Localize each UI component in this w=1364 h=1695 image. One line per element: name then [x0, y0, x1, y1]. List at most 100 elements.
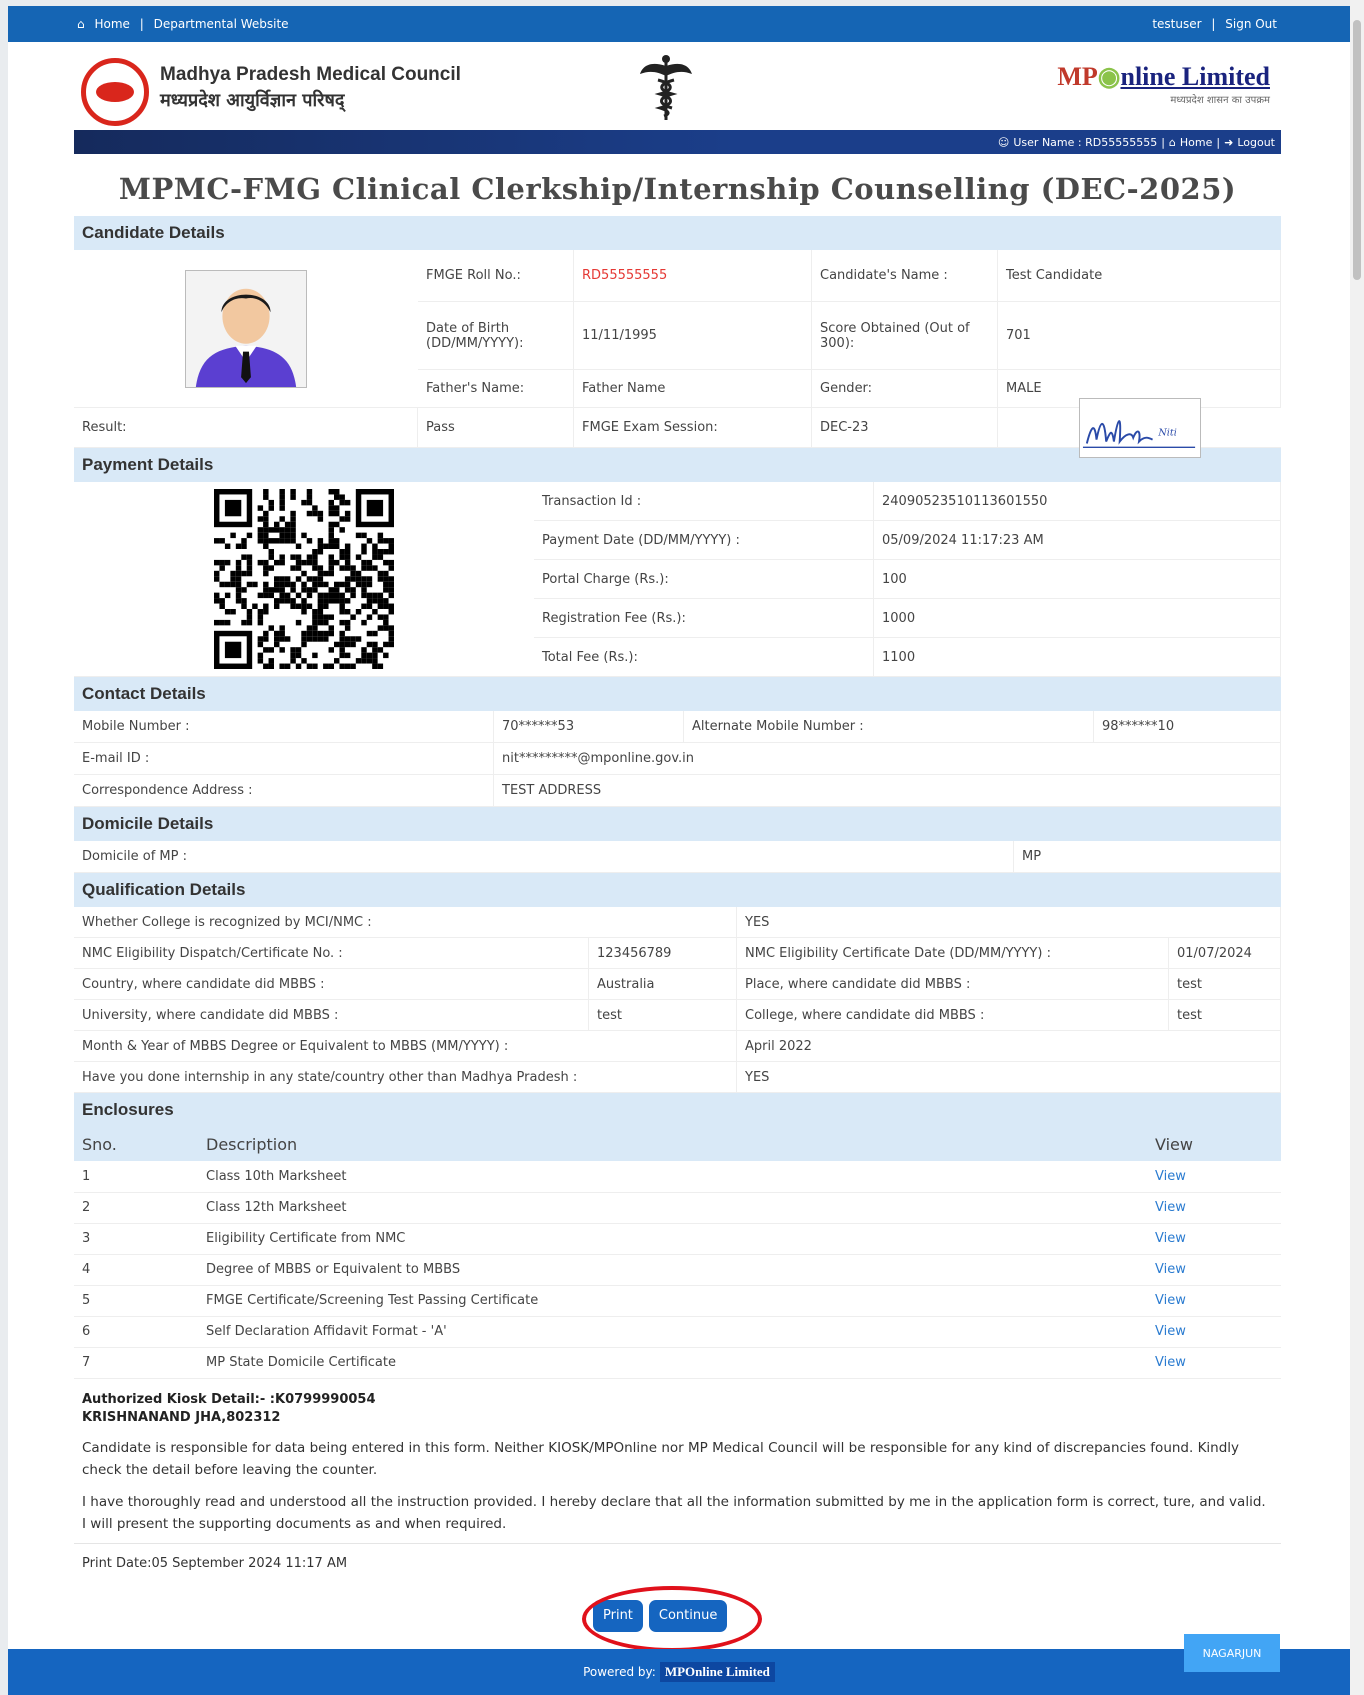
domicile-details-heading: Domicile Details: [74, 807, 1281, 841]
highlight-ellipse: [582, 1586, 762, 1652]
recognized-value: YES: [737, 907, 1281, 938]
logout-icon: ➜: [1224, 135, 1234, 149]
sno-cell: 3: [74, 1223, 198, 1255]
internship-label: Have you done internship in any state/co…: [74, 1062, 737, 1093]
sno-cell: 2: [74, 1192, 198, 1224]
transaction-label: Transaction Id :: [534, 482, 874, 521]
description-cell: FMGE Certificate/Screening Test Passing …: [198, 1285, 1147, 1317]
view-link[interactable]: View: [1147, 1161, 1281, 1193]
place-value: test: [1169, 969, 1281, 1000]
address-label: Correspondence Address :: [74, 775, 494, 807]
cert-no-value: 123456789: [589, 938, 737, 969]
total-fee-value: 1100: [874, 638, 1281, 677]
degree-month-value: April 2022: [737, 1031, 1281, 1062]
mobile-value: 70******53: [494, 711, 684, 743]
signature-cell: Niti: [998, 397, 1281, 458]
table-row: 4 Degree of MBBS or Equivalent to MBBS Vie…: [74, 1254, 1281, 1286]
name-value: Test Candidate: [998, 250, 1281, 302]
payment-date-value: 05/09/2024 11:17:23 AM: [874, 521, 1281, 560]
view-link[interactable]: View: [1147, 1192, 1281, 1224]
sno-cell: 1: [74, 1161, 198, 1193]
father-label: Father's Name:: [418, 370, 574, 408]
cert-no-label: NMC Eligibility Dispatch/Certificate No.…: [74, 938, 589, 969]
registration-fee-value: 1000: [874, 599, 1281, 638]
kiosk-detail: Authorized Kiosk Detail:- :K0799990054 K…: [74, 1379, 1281, 1427]
enclosures-heading: Enclosures: [74, 1093, 1281, 1127]
university-value: test: [589, 1000, 737, 1031]
mponline-logo: MP◉nline Limited मध्यप्रदेश शासन का उपक्…: [1057, 62, 1270, 106]
total-fee-label: Total Fee (Rs.):: [534, 638, 874, 677]
result-label: Result:: [74, 408, 418, 448]
council-name-hindi: मध्यप्रदेश आयुर्विज्ञान परिषद्: [160, 90, 345, 111]
address-value: TEST ADDRESS: [494, 775, 1281, 807]
view-link[interactable]: View: [1147, 1347, 1281, 1379]
kiosk-id: Authorized Kiosk Detail:- :K0799990054: [82, 1391, 376, 1407]
top-nav-left: ⌂ Home | Departmental Website: [74, 17, 292, 31]
place-label: Place, where candidate did MBBS :: [737, 969, 1169, 1000]
view-link[interactable]: View: [1147, 1254, 1281, 1286]
dob-label: Date of Birth (DD/MM/YYYY):: [418, 302, 574, 370]
email-label: E-mail ID :: [74, 743, 494, 775]
portal-charge-label: Portal Charge (Rs.):: [534, 560, 874, 599]
top-nav-right: testuser | Sign Out: [1149, 17, 1280, 31]
footer: Powered by: MPOnline Limited: [8, 1649, 1350, 1695]
registration-fee-label: Registration Fee (Rs.):: [534, 599, 874, 638]
scrollbar-thumb[interactable]: [1353, 20, 1361, 280]
home-icon: ⌂: [77, 17, 85, 31]
qr-cell: [74, 482, 534, 677]
user-bar-home-link[interactable]: Home: [1180, 136, 1212, 149]
cert-date-value: 01/07/2024: [1169, 938, 1281, 969]
description-cell: Self Declaration Affidavit Format - 'A': [198, 1316, 1147, 1348]
university-label: University, where candidate did MBBS :: [74, 1000, 589, 1031]
sno-header: Sno.: [74, 1127, 198, 1161]
view-header: View: [1147, 1127, 1281, 1161]
degree-month-label: Month & Year of MBBS Degree or Equivalen…: [74, 1031, 737, 1062]
description-cell: Class 10th Marksheet: [198, 1161, 1147, 1193]
qr-code: [214, 489, 394, 669]
description-cell: MP State Domicile Certificate: [198, 1347, 1147, 1379]
nagarjun-badge[interactable]: NAGARJUN: [1184, 1634, 1280, 1672]
roll-value: RD55555555: [574, 250, 812, 302]
home-icon: ⌂: [1168, 135, 1176, 149]
top-nav-bar: ⌂ Home | Departmental Website testuser |…: [8, 6, 1350, 42]
user-icon: ☺: [997, 135, 1010, 149]
table-row: 1 Class 10th Marksheet View: [74, 1161, 1281, 1193]
payment-details: Transaction Id : 24090523510113601550 Pa…: [74, 482, 1281, 677]
contact-details-heading: Contact Details: [74, 677, 1281, 711]
dob-value: 11/11/1995: [574, 302, 812, 370]
vertical-scrollbar[interactable]: [1350, 0, 1364, 1695]
country-value: Australia: [589, 969, 737, 1000]
description-cell: Degree of MBBS or Equivalent to MBBS: [198, 1254, 1147, 1286]
sign-out-link[interactable]: Sign Out: [1225, 17, 1277, 31]
college-value: test: [1169, 1000, 1281, 1031]
table-row: 6 Self Declaration Affidavit Format - 'A'…: [74, 1316, 1281, 1348]
view-link[interactable]: View: [1147, 1316, 1281, 1348]
disclaimer-text: Candidate is responsible for data being …: [82, 1439, 1240, 1478]
name-label: Candidate's Name :: [812, 250, 998, 302]
username-link[interactable]: testuser: [1152, 17, 1201, 31]
sno-cell: 5: [74, 1285, 198, 1317]
sno-cell: 4: [74, 1254, 198, 1286]
logout-link[interactable]: Logout: [1237, 136, 1275, 149]
user-name-label: User Name : RD55555555: [1013, 135, 1158, 149]
candidate-details-heading: Candidate Details: [74, 216, 1281, 250]
signature-text: Niti: [1157, 427, 1177, 438]
page: ⌂ Home | Departmental Website testuser |…: [8, 6, 1350, 1695]
council-logo: [81, 58, 149, 126]
view-link[interactable]: View: [1147, 1223, 1281, 1255]
contact-details: Mobile Number : 70******53 Alternate Mob…: [74, 711, 1281, 807]
view-link[interactable]: View: [1147, 1285, 1281, 1317]
qualification-details: Whether College is recognized by MCI/NMC…: [74, 907, 1281, 1093]
candidate-photo: [185, 269, 307, 388]
departmental-website-link[interactable]: Departmental Website: [154, 17, 289, 31]
table-row: 5 FMGE Certificate/Screening Test Passing…: [74, 1285, 1281, 1317]
father-value: Father Name: [574, 370, 812, 408]
home-link[interactable]: Home: [94, 17, 129, 31]
description-header: Description: [198, 1127, 1147, 1161]
domicile-value: MP: [1014, 841, 1281, 873]
photo-cell: [74, 250, 418, 408]
cert-date-label: NMC Eligibility Certificate Date (DD/MM/…: [737, 938, 1169, 969]
country-label: Country, where candidate did MBBS :: [74, 969, 589, 1000]
header: Madhya Pradesh Medical Council मध्यप्रदे…: [8, 42, 1350, 130]
sno-cell: 7: [74, 1347, 198, 1379]
